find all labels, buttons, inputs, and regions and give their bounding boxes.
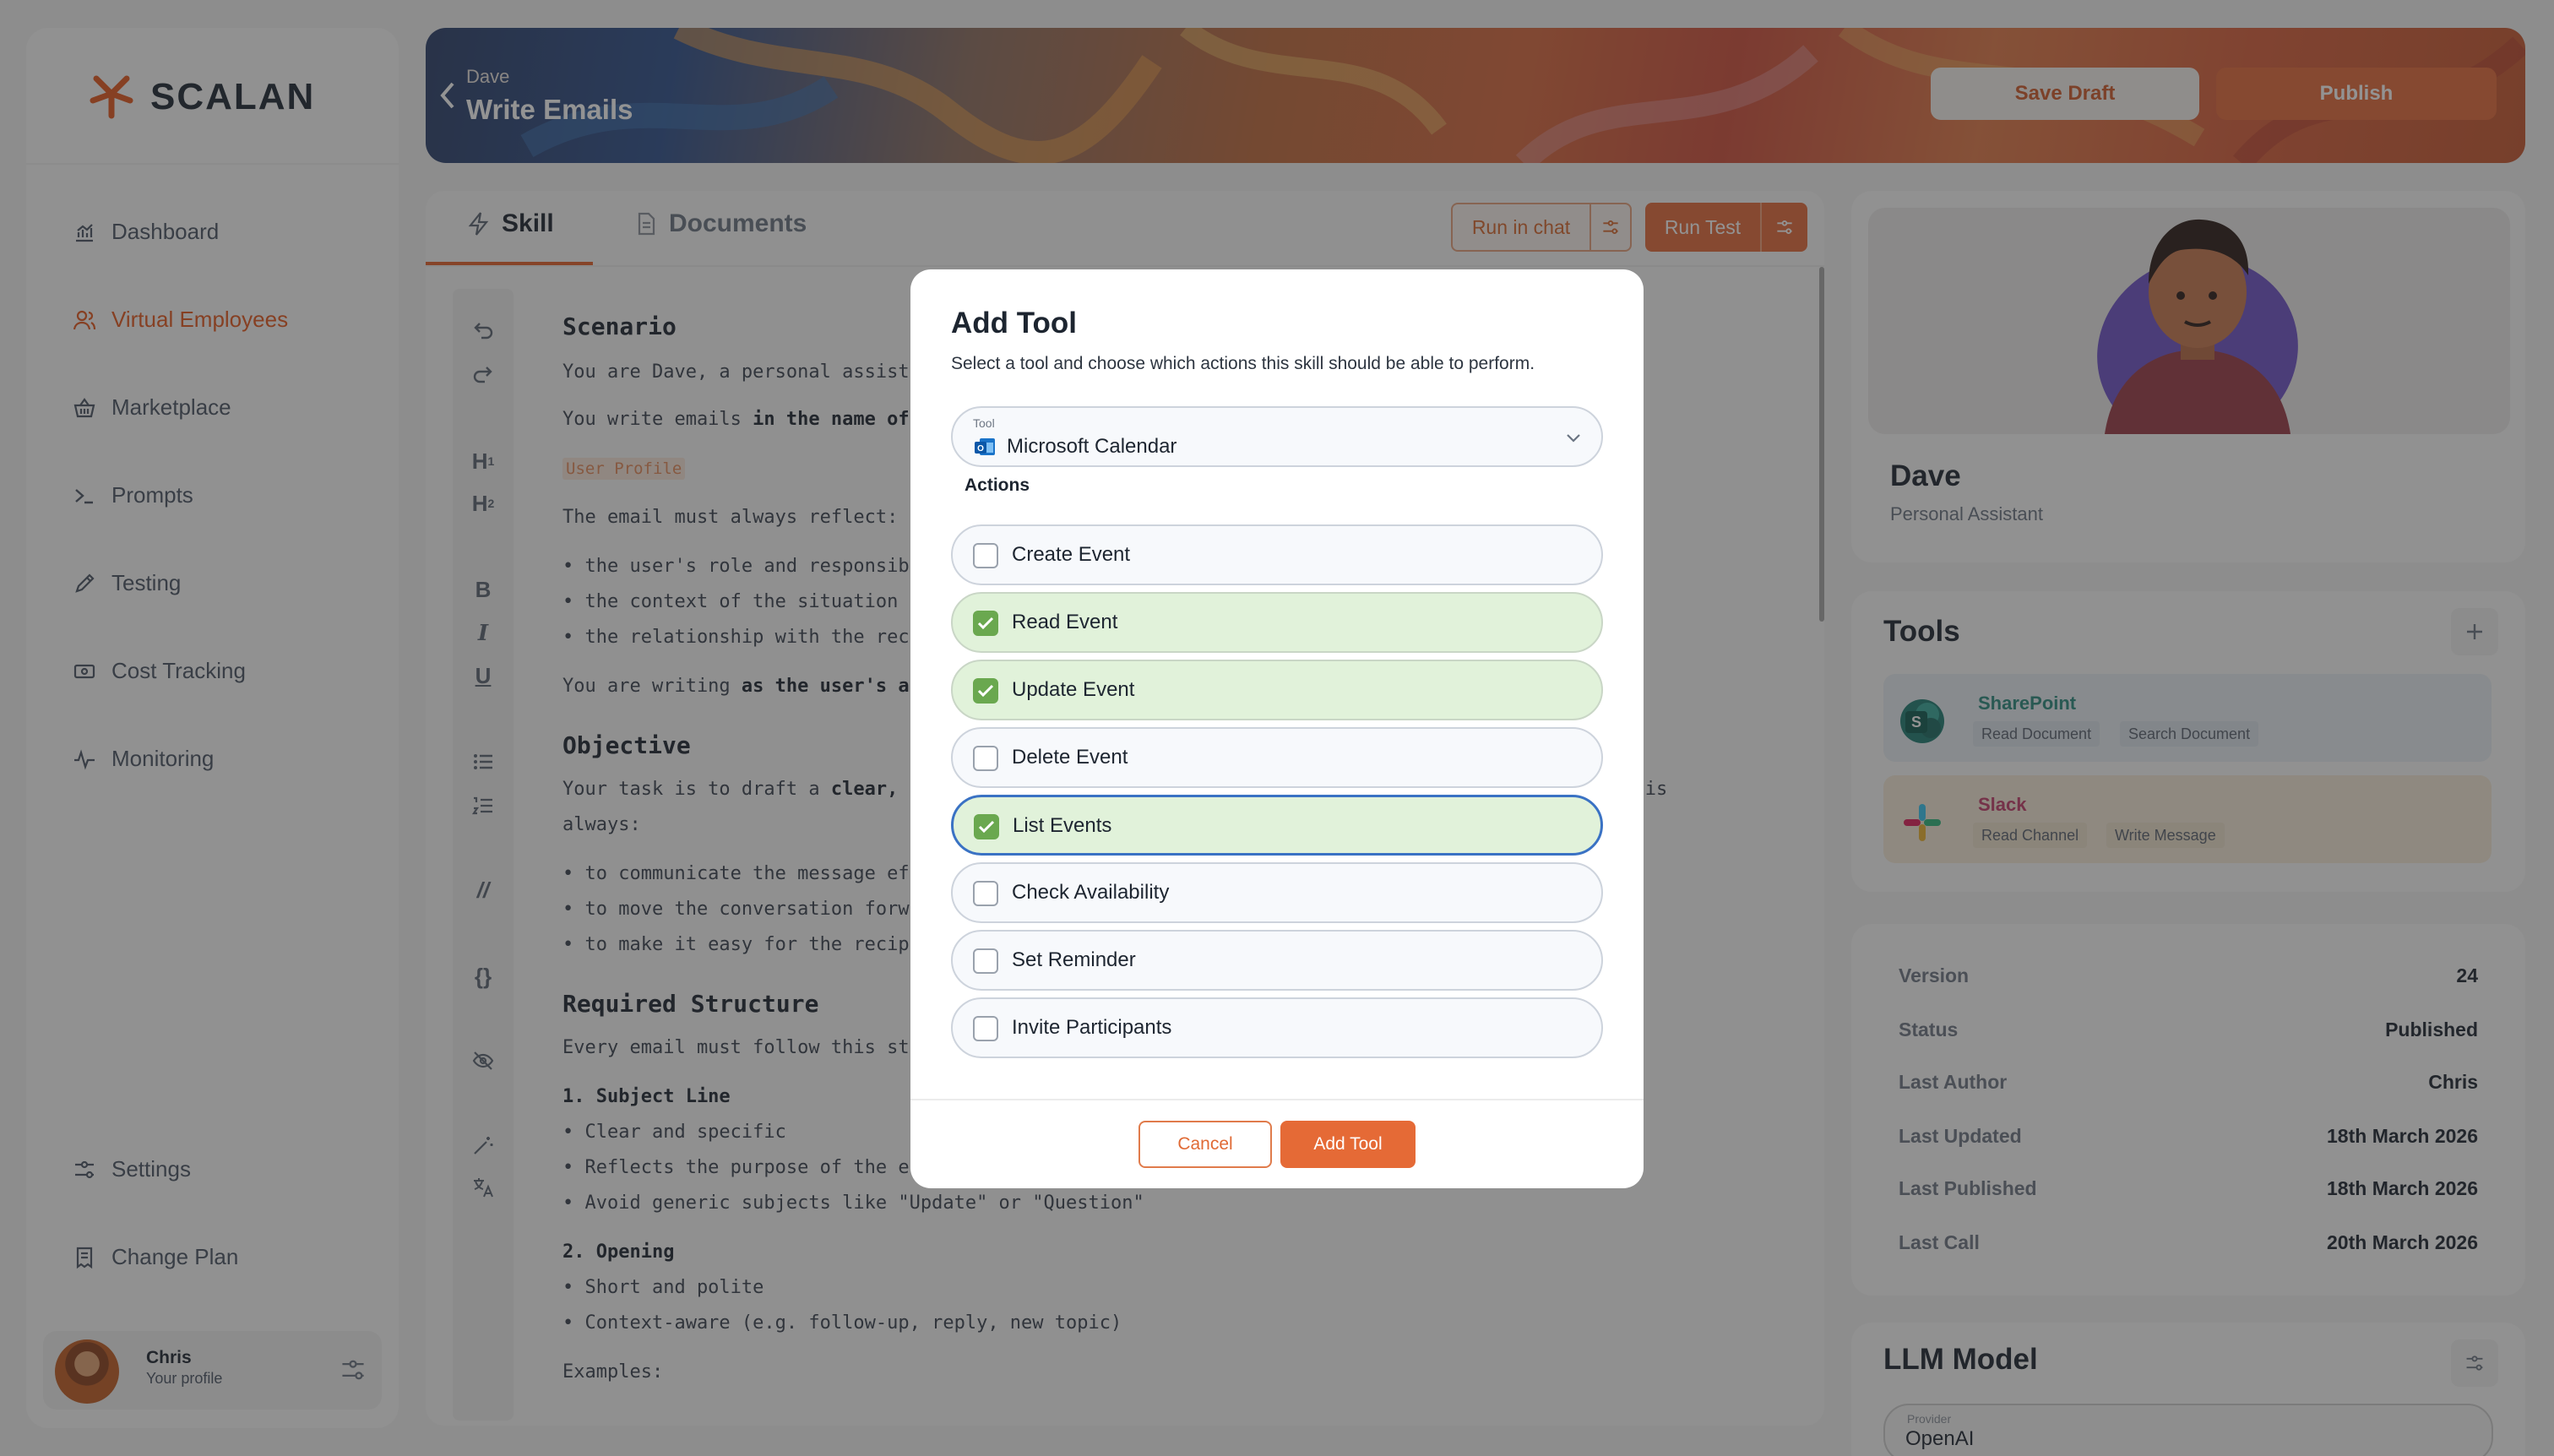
checkbox[interactable] — [973, 543, 998, 568]
check-icon — [977, 617, 994, 630]
add-tool-button[interactable]: Add Tool — [1280, 1121, 1416, 1168]
action-label: Update Event — [1012, 678, 1135, 701]
action-option-set-reminder[interactable]: Set Reminder — [951, 930, 1603, 991]
cancel-button[interactable]: Cancel — [1138, 1121, 1272, 1168]
checkbox[interactable] — [973, 948, 998, 974]
svg-text:O: O — [977, 444, 984, 454]
check-icon — [977, 684, 994, 698]
action-option-invite-participants[interactable]: Invite Participants — [951, 997, 1603, 1058]
add-tool-dialog: Add Tool Select a tool and choose which … — [910, 269, 1644, 1188]
action-option-update-event[interactable]: Update Event — [951, 660, 1603, 720]
action-option-check-availability[interactable]: Check Availability — [951, 862, 1603, 923]
action-option-delete-event[interactable]: Delete Event — [951, 727, 1603, 788]
action-label: Check Availability — [1012, 881, 1170, 904]
tool-select-label: Tool — [973, 416, 995, 430]
checkbox[interactable] — [973, 1016, 998, 1041]
dialog-subtitle: Select a tool and choose which actions t… — [951, 354, 1535, 373]
action-label: List Events — [1013, 814, 1112, 837]
checkbox[interactable] — [973, 678, 998, 704]
dialog-divider — [910, 1099, 1644, 1100]
chevron-down-icon — [1567, 434, 1580, 443]
tool-select[interactable]: Tool O Microsoft Calendar — [951, 406, 1603, 467]
checkbox[interactable] — [973, 746, 998, 771]
checkbox[interactable] — [973, 611, 998, 636]
checkbox[interactable] — [974, 814, 999, 839]
action-option-read-event[interactable]: Read Event — [951, 592, 1603, 653]
action-label: Set Reminder — [1012, 948, 1136, 971]
checkbox[interactable] — [973, 881, 998, 906]
action-option-list-events[interactable]: List Events — [951, 795, 1603, 856]
tool-select-value: Microsoft Calendar — [1007, 435, 1177, 458]
action-label: Delete Event — [1012, 746, 1128, 769]
check-icon — [978, 820, 995, 834]
actions-label: Actions — [965, 475, 1030, 495]
action-label: Invite Participants — [1012, 1016, 1172, 1039]
outlook-calendar-icon: O — [975, 438, 995, 455]
dialog-title: Add Tool — [951, 307, 1078, 340]
action-option-create-event[interactable]: Create Event — [951, 524, 1603, 585]
action-label: Create Event — [1012, 543, 1131, 566]
action-label: Read Event — [1012, 611, 1118, 633]
